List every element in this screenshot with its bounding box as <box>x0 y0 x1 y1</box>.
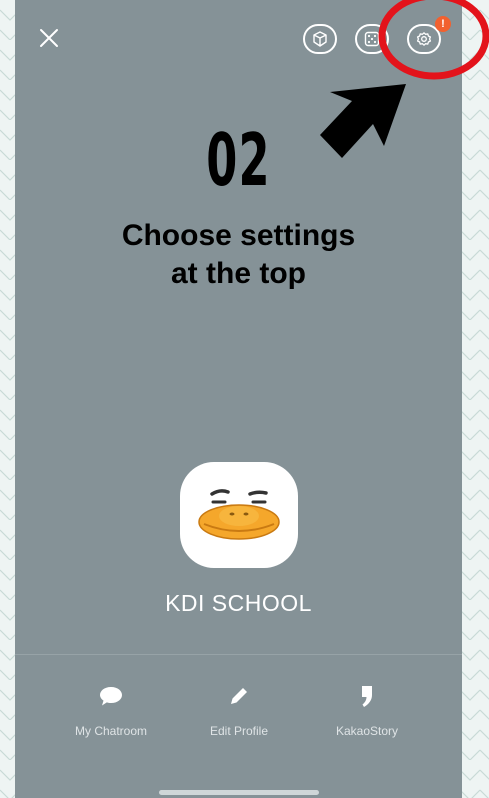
my-chatroom-label: My Chatroom <box>74 724 148 738</box>
close-icon[interactable] <box>35 24 63 52</box>
divider <box>15 654 462 655</box>
step-number: 02 <box>206 118 271 202</box>
notification-badge: ! <box>435 16 451 32</box>
instruction-line-1: Choose settings <box>121 219 356 252</box>
top-bar: ! <box>15 0 462 80</box>
edit-profile-label: Edit Profile <box>209 724 269 738</box>
home-indicator[interactable] <box>159 790 319 795</box>
quote-icon <box>302 680 432 712</box>
dice-button[interactable] <box>355 24 389 54</box>
pencil-icon <box>174 680 304 712</box>
gift-box-icon <box>313 31 327 47</box>
phone-screen: ! 02 Choose settings at the top KDI SCHO… <box>15 0 462 798</box>
avatar[interactable] <box>180 462 298 568</box>
edit-profile-button[interactable]: Edit Profile <box>174 680 304 738</box>
instruction-line-2: at the top <box>171 257 306 290</box>
gear-icon <box>416 32 432 46</box>
dice-icon <box>364 31 380 47</box>
profile-name: KDI SCHOOL <box>165 590 312 616</box>
kakaostory-button[interactable]: KakaoStory <box>302 680 432 738</box>
chat-bubble-icon <box>46 680 176 712</box>
gift-box-button[interactable] <box>303 24 337 54</box>
duck-character-avatar <box>198 489 280 540</box>
instruction-text: Choose settings at the top <box>15 217 462 293</box>
kakaostory-label: KakaoStory <box>335 724 399 738</box>
my-chatroom-button[interactable]: My Chatroom <box>46 680 176 738</box>
